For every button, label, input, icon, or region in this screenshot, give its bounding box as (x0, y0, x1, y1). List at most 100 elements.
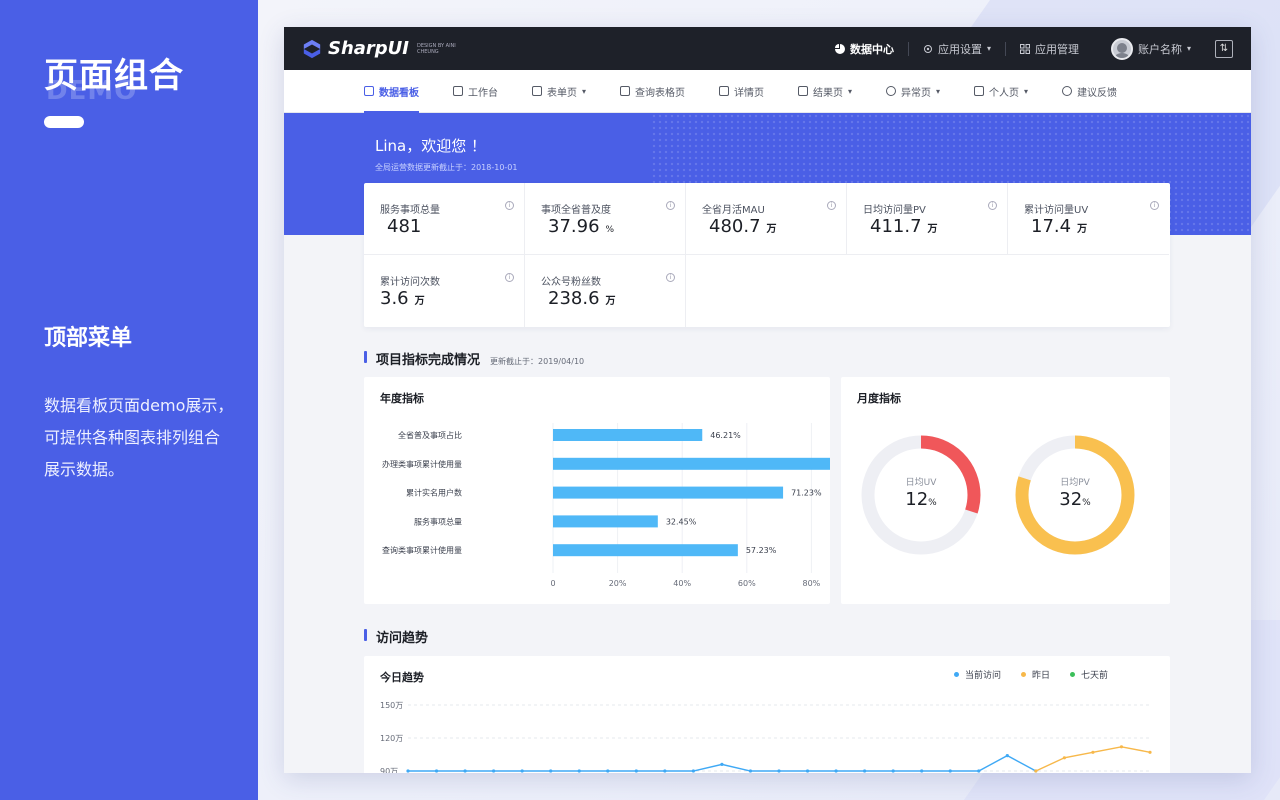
nav-item-label: 结果页 (813, 87, 844, 99)
promo-description: 数据看板页面demo展示，可提供各种图表排列组合展示数据。 (44, 396, 234, 479)
bar (553, 515, 658, 528)
info-icon[interactable]: i (1150, 201, 1159, 210)
donut-unit: % (1082, 498, 1091, 508)
series-point (549, 769, 553, 773)
nav-item-dashboard[interactable]: 数据看板 (364, 70, 419, 113)
nav-item-label: 数据看板 (379, 87, 419, 99)
table-icon (620, 86, 631, 96)
account-menu[interactable]: 账户名称 ▾ (1110, 37, 1191, 60)
donut-uv-value: 12% (881, 489, 961, 510)
promo-panel: DEMO 页面组合 顶部菜单 数据看板页面demo展示，可提供各种图表排列组合展… (0, 0, 258, 800)
top-item-app-management[interactable]: 应用管理 (1019, 41, 1079, 57)
stat-value: 481 (387, 216, 427, 237)
divider (907, 41, 909, 56)
bar-category-label: 办理类事项累计使用量 (382, 459, 462, 469)
annual-indicator-card: 年度指标 020%40%60%80%100%全省普及事项占比46.21%办理类事… (364, 377, 830, 604)
top-item-label: 应用管理 (1034, 42, 1079, 56)
series-point (920, 769, 924, 773)
nav-item-query-table[interactable]: 查询表格页 (620, 70, 685, 113)
stat-card: 全省月活MAU i 480.7 万 (686, 183, 847, 255)
nav-item-forms[interactable]: 表单页 ▾ (532, 70, 586, 113)
welcome-update-time: 全局运营数据更新截止于：2018-10-01 (375, 163, 518, 172)
series-point (1005, 754, 1009, 758)
stat-value: 238.6 万 (548, 288, 616, 309)
logo-text: SharpUI (328, 38, 409, 59)
bar (553, 429, 703, 441)
series-point (1148, 750, 1152, 754)
info-icon[interactable]: i (505, 201, 514, 210)
nav-item-label: 个人页 (989, 87, 1020, 99)
stat-number: 3.6 (380, 288, 409, 309)
series-point (606, 769, 610, 773)
nav-item-label: 查询表格页 (635, 87, 686, 99)
stat-unit: 万 (766, 224, 777, 235)
workbench-icon (453, 86, 463, 96)
info-icon[interactable]: i (505, 273, 514, 282)
series-point (863, 769, 867, 773)
gear-icon (923, 44, 932, 53)
series-point (834, 769, 838, 773)
info-icon[interactable]: i (988, 201, 997, 210)
series-point (520, 769, 524, 773)
stat-number: 411.7 (870, 216, 922, 237)
series-point (1034, 769, 1038, 773)
promo-subtitle: 顶部菜单 (44, 326, 133, 351)
series-point (434, 769, 439, 773)
bar-value-label: 57.23% (746, 546, 777, 555)
top-item-data-center[interactable]: 数据中心 (834, 41, 894, 57)
nav-item-feedback[interactable]: 建议反馈 (1062, 70, 1117, 113)
nav-item-label: 异常页 (901, 87, 932, 99)
nav-item-result[interactable]: 结果页 ▾ (798, 70, 852, 113)
stat-unit: 万 (414, 296, 425, 307)
grid-icon (1019, 43, 1030, 54)
donut-number: 32 (1059, 489, 1083, 510)
annual-bar-chart: 020%40%60%80%100%全省普及事项占比46.21%办理类事项累计使用… (382, 423, 830, 588)
bar-value-label: 46.21% (710, 431, 741, 440)
stat-unit: 万 (1077, 224, 1088, 235)
sliders-icon[interactable]: ⇅ (1215, 39, 1233, 58)
chevron-down-icon: ▾ (1186, 44, 1191, 53)
logo-credit: DESIGN BY AINI CHEUNG (417, 42, 456, 55)
main-nav: 数据看板 工作台 表单页 ▾ 查询表格页 详情页 结果页 ▾ 异常页 ▾ 个人页… (284, 70, 1251, 113)
nav-item-exception[interactable]: 异常页 ▾ (886, 70, 940, 113)
bar (553, 486, 784, 499)
donut-pv-label: 日均PV (1060, 478, 1090, 488)
top-item-app-settings[interactable]: 应用设置 ▾ (923, 41, 991, 57)
nav-item-workbench[interactable]: 工作台 (453, 70, 498, 113)
series-point (577, 769, 581, 773)
donut-pv-value: 32% (1035, 489, 1115, 510)
bar-category-label: 查询类事项累计使用量 (382, 545, 462, 555)
promo-pill (44, 116, 84, 128)
series-point (720, 762, 724, 766)
stat-value: 480.7 万 (709, 216, 777, 237)
chevron-down-icon: ▾ (986, 44, 991, 53)
welcome-greeting: Lina，欢迎您 ！ (375, 137, 486, 155)
promo-title: 页面组合 (44, 56, 184, 96)
bar-value-label: 71.23% (791, 489, 822, 498)
info-icon[interactable]: i (666, 273, 675, 282)
nav-item-label: 详情页 (734, 87, 765, 99)
section-title-indicators: 项目指标完成情况 更新截止于：2019/04/10 (364, 349, 584, 368)
warning-icon (886, 86, 897, 96)
top-item-label: 应用设置 (937, 42, 982, 56)
nav-item-profile[interactable]: 个人页 ▾ (974, 70, 1028, 113)
trend-line-chart: 150万 120万 90万 (380, 701, 1152, 773)
top-bar: SharpUI DESIGN BY AINI CHEUNG 数据中心 应用设置 … (284, 27, 1251, 70)
nav-item-detail[interactable]: 详情页 (719, 70, 764, 113)
divider (1004, 41, 1006, 56)
info-icon[interactable]: i (827, 201, 836, 210)
nav-item-label: 表单页 (547, 87, 577, 99)
chevron-down-icon: ▾ (936, 86, 941, 96)
trend-card: 今日趋势 当前访问 昨日 七天前 150万 120万 90万 (364, 656, 1170, 773)
bar-category-label: 全省普及事项占比 (398, 430, 462, 440)
stat-label: 累计访问次数 (380, 277, 440, 288)
detail-icon (719, 86, 730, 96)
series-point (977, 769, 981, 773)
info-icon[interactable]: i (666, 201, 675, 210)
y-tick-label: 150万 (380, 701, 403, 710)
logo[interactable]: SharpUI DESIGN BY AINI CHEUNG (302, 38, 457, 59)
stat-label: 日均访问量PV (863, 205, 926, 216)
stat-label: 服务事项总量 (380, 205, 440, 216)
series-point (777, 769, 781, 773)
stat-unit: 万 (605, 296, 616, 307)
